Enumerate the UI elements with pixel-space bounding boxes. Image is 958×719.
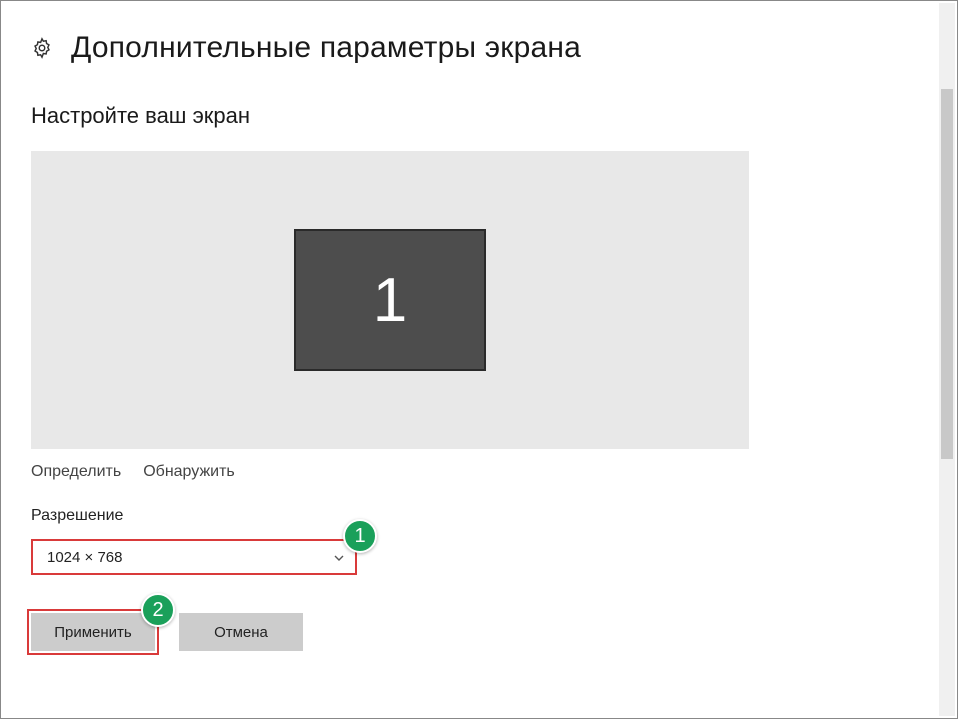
monitor-1[interactable]: 1: [294, 229, 486, 371]
gear-icon: [31, 37, 53, 59]
resolution-field-wrap: 1024 × 768 1: [31, 539, 357, 575]
settings-page: Дополнительные параметры экрана Настройт…: [1, 1, 957, 718]
annotation-callout-2: 2: [141, 593, 175, 627]
action-buttons: Применить 2 Отмена: [31, 613, 927, 651]
customize-display-heading: Настройте ваш экран: [31, 103, 927, 129]
apply-button-wrap: Применить 2: [31, 613, 155, 651]
resolution-value: 1024 × 768: [47, 549, 123, 566]
page-title: Дополнительные параметры экрана: [71, 31, 581, 65]
scrollbar-thumb[interactable]: [941, 89, 953, 459]
cancel-button[interactable]: Отмена: [179, 613, 303, 651]
vertical-scrollbar[interactable]: [939, 3, 955, 716]
resolution-select[interactable]: 1024 × 768: [31, 539, 357, 575]
display-arrangement-area[interactable]: 1: [31, 151, 749, 449]
identify-link[interactable]: Определить: [31, 463, 121, 481]
display-actions: Определить Обнаружить: [31, 463, 927, 481]
monitor-number: 1: [373, 265, 407, 336]
detect-link[interactable]: Обнаружить: [143, 463, 235, 481]
resolution-label: Разрешение: [31, 507, 927, 525]
page-header: Дополнительные параметры экрана: [31, 31, 927, 65]
apply-button[interactable]: Применить: [31, 613, 155, 651]
annotation-callout-1: 1: [343, 519, 377, 553]
chevron-down-icon: [333, 551, 345, 563]
